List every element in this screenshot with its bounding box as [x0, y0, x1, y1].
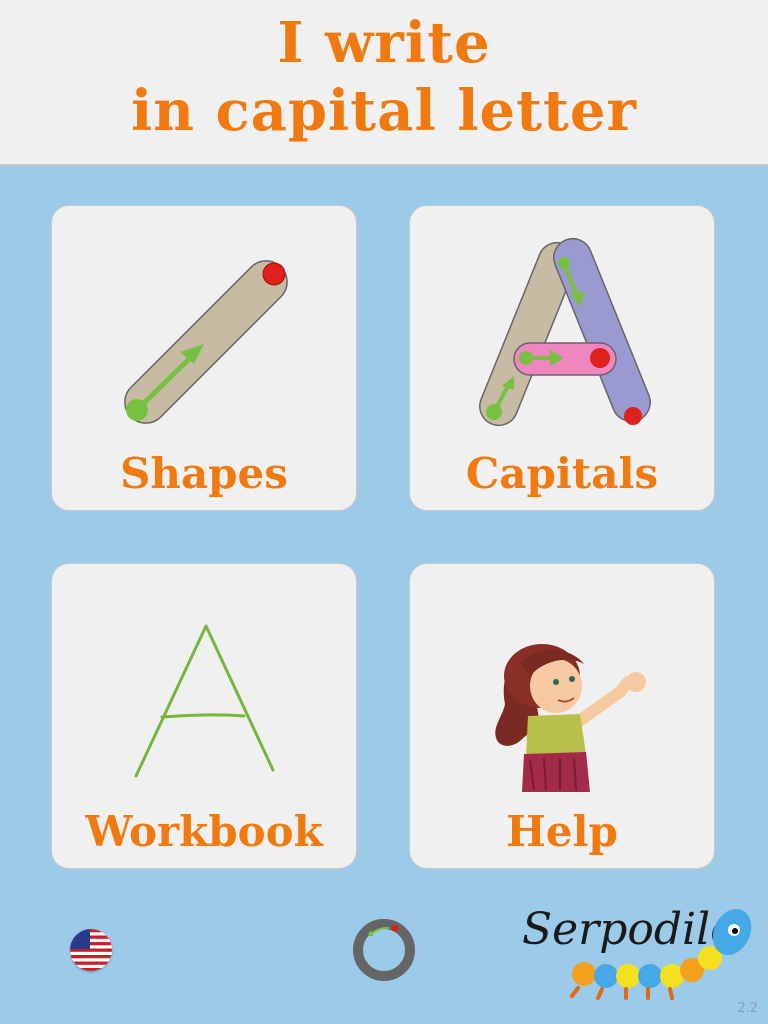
- workbook-label: Workbook: [85, 807, 323, 856]
- shapes-card[interactable]: Shapes: [51, 205, 357, 511]
- help-label: Help: [506, 807, 618, 856]
- help-card[interactable]: Help: [409, 563, 715, 869]
- capitals-label: Capitals: [465, 449, 659, 498]
- logo-text: Serpodile: [522, 904, 736, 955]
- page-title-line2: in capital letter: [131, 78, 637, 144]
- ring-icon[interactable]: [352, 918, 416, 982]
- capitals-card[interactable]: Capitals: [409, 205, 715, 511]
- header: I write in capital letter: [0, 0, 768, 166]
- version-label: 2.2: [737, 1001, 758, 1016]
- workbook-card[interactable]: Workbook: [51, 563, 357, 869]
- page-title-line1: I write: [277, 10, 491, 76]
- shapes-label: Shapes: [120, 449, 288, 498]
- serpodile-logo: Serpodile: [522, 884, 758, 1012]
- us-flag-icon[interactable]: [70, 929, 112, 971]
